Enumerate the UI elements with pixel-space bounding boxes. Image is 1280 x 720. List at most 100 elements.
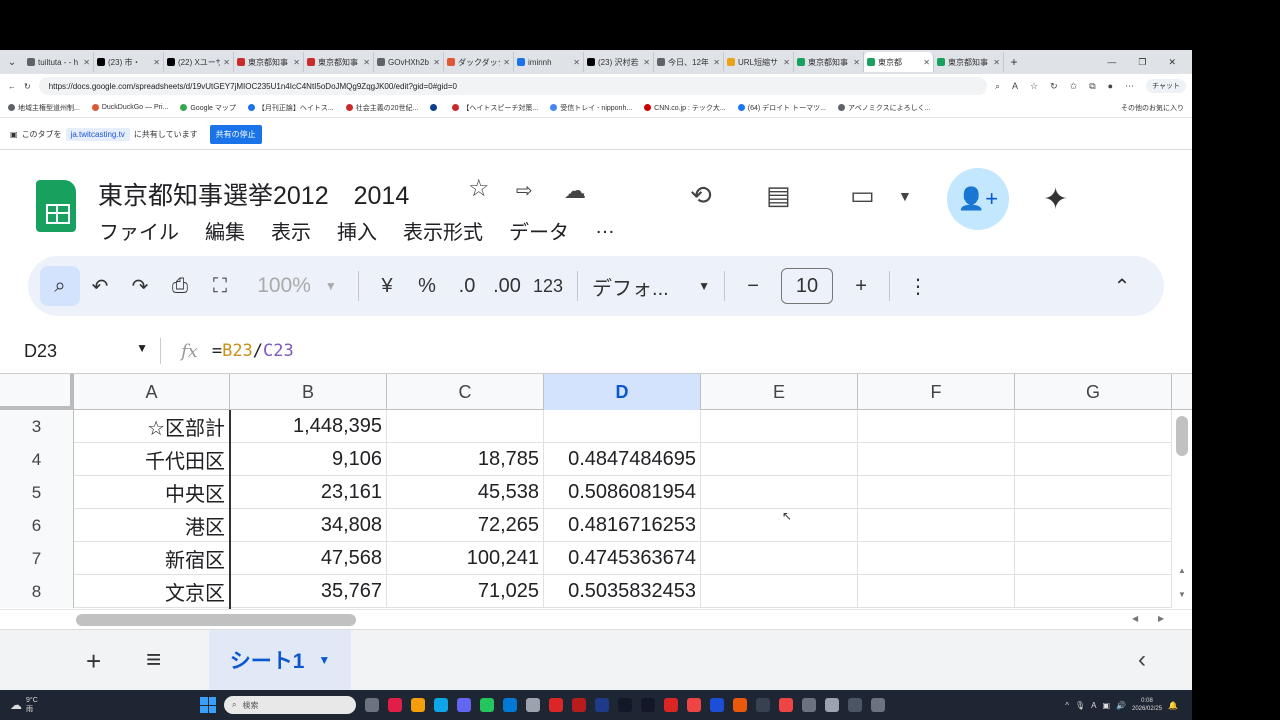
tab-close-icon[interactable]: ✕ (223, 58, 230, 67)
redo-icon[interactable]: ↷ (120, 266, 160, 306)
browser-tab[interactable]: tuiltuta - - h ✕ (24, 52, 94, 72)
tab-close-icon[interactable]: ✕ (783, 58, 790, 67)
taskbar-app-icon[interactable] (710, 698, 724, 712)
menu-item[interactable]: データ (509, 216, 569, 245)
version-history-icon[interactable]: ⟲ (690, 180, 712, 211)
menu-item[interactable]: … (595, 216, 615, 245)
browser-tab[interactable]: 東京都知事 ✕ (234, 52, 304, 72)
frozen-column-divider[interactable] (229, 410, 231, 610)
currency-format-button[interactable]: ¥ (367, 266, 407, 306)
taskbar-app-icon[interactable] (756, 698, 770, 712)
scroll-down-icon[interactable]: ▼ (1178, 590, 1186, 599)
browser-tab[interactable]: 東京都 ✕ (864, 52, 934, 72)
taskbar-app-icon[interactable] (871, 698, 885, 712)
taskbar-app-icon[interactable] (480, 698, 494, 712)
cell[interactable] (1015, 542, 1172, 575)
cell[interactable] (858, 509, 1015, 542)
cell[interactable]: 中央区 (74, 476, 230, 509)
tab-close-icon[interactable]: ✕ (993, 58, 1000, 67)
back-icon[interactable]: ← (8, 82, 16, 91)
side-panel-chevron-icon[interactable]: ‹ (1138, 646, 1146, 674)
browser-tab[interactable]: (22) Xユーザ ✕ (164, 52, 234, 72)
cell[interactable]: 47,568 (230, 542, 387, 575)
comments-icon[interactable]: ▤ (766, 180, 791, 211)
cell[interactable]: 18,785 (387, 443, 544, 476)
cell[interactable] (701, 476, 858, 509)
cell[interactable]: 0.4745363674 (544, 542, 701, 575)
taskbar-search-input[interactable]: ⌕ 検索 (224, 696, 356, 714)
print-icon[interactable]: ⎙ (160, 266, 200, 306)
restore-icon[interactable]: ❐ (1138, 57, 1146, 68)
cell[interactable] (701, 443, 858, 476)
clock[interactable]: 0:08 2026/02/25 (1132, 697, 1162, 713)
column-header-b[interactable]: B (230, 374, 387, 410)
font-size-input[interactable]: 10 (781, 268, 834, 304)
collapse-menus-icon[interactable]: ⌃ (1102, 266, 1142, 306)
cell[interactable]: 千代田区 (74, 443, 230, 476)
move-folder-icon[interactable]: ⇨ (516, 178, 533, 203)
cloud-status-icon[interactable]: ☁ (564, 178, 586, 204)
cell[interactable]: ☆区部計 (74, 410, 230, 443)
volume-icon[interactable]: 🔊 (1116, 701, 1126, 710)
cell[interactable]: 0.4816716253 (544, 509, 701, 542)
taskbar-app-icon[interactable] (825, 698, 839, 712)
cell[interactable] (701, 575, 858, 608)
meet-camera-icon[interactable]: ▭ (850, 180, 875, 211)
tab-close-icon[interactable]: ✕ (643, 58, 650, 67)
browser-tab[interactable]: 東京都知事 ✕ (304, 52, 374, 72)
cell[interactable]: 1,448,395 (230, 410, 387, 443)
browser-tab[interactable]: ダックダックゴ✕ (444, 52, 514, 72)
taskbar-app-icon[interactable] (503, 698, 517, 712)
microphone-icon[interactable]: 🎙 (1075, 701, 1085, 710)
scroll-right-icon[interactable]: ▶ (1158, 614, 1164, 623)
cell[interactable]: 0.5035832453 (544, 575, 701, 608)
cell[interactable] (858, 443, 1015, 476)
taskbar-app-icon[interactable] (802, 698, 816, 712)
favorites-icon[interactable]: ✩ (1070, 81, 1078, 92)
row-header[interactable]: 5 (0, 476, 74, 509)
row-header[interactable]: 3 (0, 410, 74, 443)
bookmark-item[interactable]: CNN.co.jp : テック大... (644, 103, 726, 113)
search-menus-icon[interactable]: ⌕ (40, 266, 80, 306)
cell[interactable] (701, 509, 858, 542)
horizontal-scrollbar[interactable]: ◀ ▶ (0, 609, 1192, 629)
ime-indicator[interactable]: A (1091, 701, 1096, 710)
cell[interactable]: 0.4847484695 (544, 443, 701, 476)
cell[interactable] (1015, 410, 1172, 443)
windows-start-icon[interactable] (200, 697, 216, 713)
tab-list-chevron-icon[interactable]: ⌄ (0, 57, 24, 68)
collections-icon[interactable]: ⧉ (1089, 81, 1095, 92)
favorite-star-icon[interactable]: ☆ (1030, 81, 1038, 92)
tab-close-icon[interactable]: ✕ (153, 58, 160, 67)
meet-dropdown-icon[interactable]: ▼ (898, 188, 912, 204)
read-aloud-icon[interactable]: A (1012, 81, 1018, 91)
cell[interactable]: 23,161 (230, 476, 387, 509)
weather-widget[interactable]: ☁ 9°C 雨 (0, 697, 190, 714)
cell[interactable]: 文京区 (74, 575, 230, 608)
new-tab-button[interactable]: + (1004, 55, 1024, 69)
row-header[interactable]: 8 (0, 575, 74, 608)
bookmark-item[interactable]: 【ヘイトスピーチ対策... (452, 103, 538, 113)
browser-tab[interactable]: 東京都知事 ✕ (794, 52, 864, 72)
stop-sharing-button[interactable]: 共有の停止 (209, 125, 262, 144)
cell[interactable]: 45,538 (387, 476, 544, 509)
taskbar-app-icon[interactable] (664, 698, 678, 712)
taskbar-app-icon[interactable] (641, 698, 655, 712)
cell[interactable] (858, 476, 1015, 509)
url-input[interactable]: https://docs.google.com/spreadsheets/d/1… (38, 77, 987, 95)
tab-close-icon[interactable]: ✕ (433, 58, 440, 67)
cell[interactable]: 34,808 (230, 509, 387, 542)
taskbar-app-icon[interactable] (733, 698, 747, 712)
bookmark-item[interactable]: 地域主権型道州制... (8, 103, 80, 113)
sheets-logo-icon[interactable] (36, 180, 76, 232)
cell[interactable] (858, 542, 1015, 575)
network-icon[interactable]: ▣ (1102, 701, 1110, 710)
row-header[interactable]: 4 (0, 443, 74, 476)
cell[interactable]: 71,025 (387, 575, 544, 608)
browser-tab[interactable]: 東京都知事 ✕ (934, 52, 1004, 72)
bookmark-item[interactable]: 社会主義の20世紀... (345, 103, 418, 113)
tab-close-icon[interactable]: ✕ (83, 58, 90, 67)
bookmark-item[interactable]: Google マップ (180, 103, 236, 113)
share-button[interactable]: 👤+ (947, 168, 1009, 230)
bookmark-item[interactable]: 受信トレイ - nipponh... (550, 103, 632, 113)
